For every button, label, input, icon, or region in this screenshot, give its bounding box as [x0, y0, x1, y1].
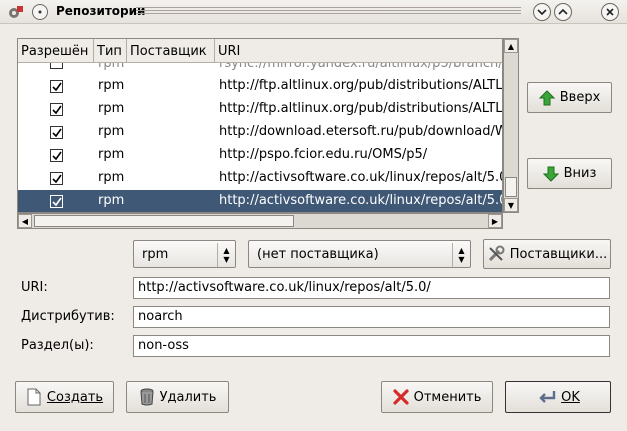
column-vendor[interactable]: Поставщик	[127, 39, 215, 63]
scroll-left-icon[interactable]: ◀	[18, 214, 32, 228]
type-select[interactable]: rpm ▲ ▼	[133, 240, 236, 268]
uri-cell: http://activsoftware.co.uk/linux/repos/a…	[219, 193, 503, 208]
new-document-icon	[27, 388, 41, 406]
select-arrows-icon: ▲ ▼	[217, 243, 235, 267]
table-header: Разрешён Тип Поставщик URI	[18, 39, 502, 63]
column-type[interactable]: Тип	[94, 39, 127, 63]
column-uri[interactable]: URI	[215, 39, 502, 63]
type-cell: rpm	[98, 78, 125, 93]
menu-circle-icon[interactable]	[32, 4, 48, 20]
vendor-select-value: (нет поставщика)	[257, 247, 379, 262]
delete-button[interactable]: Удалить	[126, 381, 229, 413]
vendor-select[interactable]: (нет поставщика) ▲ ▼	[248, 240, 471, 268]
trash-icon	[140, 388, 154, 406]
move-down-button[interactable]: Вниз	[527, 158, 612, 189]
type-cell: rpm	[98, 193, 125, 208]
type-cell: rpm	[98, 124, 125, 139]
enter-arrow-icon	[539, 391, 556, 403]
arrow-up-icon	[538, 89, 555, 105]
table-row-selected[interactable]: rpm http://activsoftware.co.uk/linux/rep…	[18, 190, 503, 212]
title-grip	[136, 7, 521, 16]
cancel-label: Отменить	[413, 389, 482, 405]
uri-cell: http://activsoftware.co.uk/linux/repos/a…	[219, 170, 503, 185]
uri-cell: http://ftp.altlinux.org/pub/distribution…	[219, 78, 503, 93]
enabled-checkbox[interactable]	[50, 195, 63, 208]
move-up-label: Вверх	[559, 90, 601, 105]
minimize-button[interactable]	[533, 3, 551, 21]
vertical-scroll-thumb[interactable]	[505, 177, 517, 197]
move-down-label: Вниз	[563, 166, 597, 181]
type-cell: rpm	[98, 170, 125, 185]
enabled-checkbox[interactable]	[50, 172, 63, 185]
horizontal-scroll-thumb[interactable]	[34, 215, 294, 227]
cancel-button[interactable]: Отменить	[381, 381, 493, 413]
title-bar: Репозитории	[0, 0, 627, 24]
create-label: Создать	[46, 389, 104, 405]
vertical-scrollbar[interactable]: ▲ ▼	[503, 38, 519, 213]
distribution-label: Дистрибутив:	[21, 309, 115, 324]
scroll-down-icon[interactable]: ▼	[504, 198, 518, 212]
ok-button[interactable]: OK	[505, 381, 611, 413]
vendors-button[interactable]: Поставщики...	[483, 239, 611, 269]
maximize-button[interactable]	[554, 3, 572, 21]
ok-label: OK	[561, 389, 580, 405]
enabled-checkbox[interactable]	[50, 103, 63, 116]
delete-label: Удалить	[159, 389, 217, 405]
enabled-checkbox[interactable]	[50, 80, 63, 93]
uri-cell: http://ftp.altlinux.org/pub/distribution…	[219, 101, 503, 116]
section-label: Раздел(ы):	[21, 338, 94, 353]
distribution-field[interactable]: noarch	[133, 306, 610, 328]
column-enabled[interactable]: Разрешён	[18, 39, 94, 63]
type-select-value: rpm	[142, 247, 169, 262]
section-field[interactable]: non-oss	[133, 335, 610, 357]
tools-icon	[488, 245, 505, 262]
uri-cell: http://download.etersoft.ru/pub/download…	[219, 124, 503, 139]
arrow-down-icon	[542, 166, 559, 182]
cancel-x-icon	[392, 389, 409, 405]
uri-label: URI:	[21, 280, 48, 295]
table-row[interactable]: rpm http://ftp.altlinux.org/pub/distribu…	[18, 75, 503, 98]
enabled-checkbox[interactable]	[50, 126, 63, 139]
create-button[interactable]: Создать	[15, 381, 114, 413]
uri-cell: http://pspo.fcior.edu.ru/OMS/p5/	[219, 147, 428, 162]
window-title: Репозитории	[56, 4, 146, 18]
type-cell: rpm	[98, 147, 125, 162]
close-button[interactable]	[601, 3, 619, 21]
table-row[interactable]: rpm http://download.etersoft.ru/pub/down…	[18, 121, 503, 144]
table-row[interactable]: rpm http://activsoftware.co.uk/linux/rep…	[18, 167, 503, 190]
table-row[interactable]: rpm http://pspo.fcior.edu.ru/OMS/p5/	[18, 144, 502, 167]
type-cell: rpm	[98, 101, 125, 116]
horizontal-scrollbar[interactable]: ◀ ▶	[17, 213, 503, 229]
table-row[interactable]: rpm http://ftp.altlinux.org/pub/distribu…	[18, 98, 503, 121]
uri-field[interactable]: http://activsoftware.co.uk/linux/repos/a…	[133, 277, 610, 299]
enabled-checkbox[interactable]	[50, 149, 63, 162]
scroll-right-icon[interactable]: ▶	[488, 214, 502, 228]
vendors-label: Поставщики...	[509, 246, 608, 262]
app-icon[interactable]	[8, 4, 24, 20]
move-up-button[interactable]: Вверх	[527, 82, 612, 113]
select-arrows-icon: ▲ ▼	[452, 243, 470, 267]
repository-table[interactable]: rpm rsync://mirror.yandex.ru/altlinux/p5…	[17, 38, 503, 213]
scroll-up-icon[interactable]: ▲	[504, 39, 518, 53]
